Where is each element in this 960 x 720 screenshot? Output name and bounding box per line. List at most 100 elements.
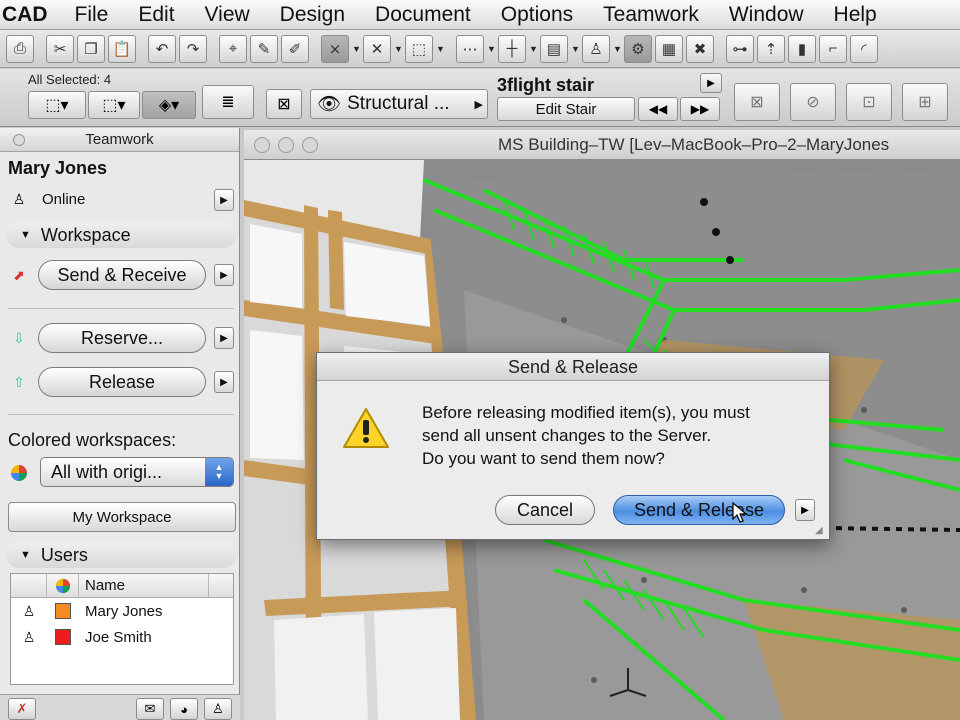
colored-workspaces-label: Colored workspaces: bbox=[8, 430, 177, 450]
message-icon[interactable]: ✉ bbox=[136, 698, 164, 720]
menu-design[interactable]: Design bbox=[265, 3, 360, 27]
palette-title: Teamwork bbox=[85, 131, 154, 148]
app-menu[interactable]: CAD bbox=[0, 3, 60, 27]
marquee-icon[interactable]: ⋯ bbox=[456, 34, 484, 63]
layers-icon[interactable]: ┼ bbox=[498, 34, 526, 63]
paste-icon[interactable]: 📋 bbox=[108, 34, 136, 63]
stack-icon[interactable]: ≣ bbox=[202, 85, 254, 119]
elevation-icon[interactable]: ⇡ bbox=[757, 34, 785, 63]
crosshair-icon[interactable]: ⊠ bbox=[266, 89, 302, 119]
release-menu-button[interactable]: ▶ bbox=[214, 371, 234, 393]
name-column-header[interactable]: Name bbox=[79, 574, 209, 597]
remove-user-icon[interactable]: ✗ bbox=[8, 698, 36, 720]
syringe-icon[interactable]: ✐ bbox=[281, 34, 309, 63]
color-wheel-icon bbox=[47, 574, 79, 597]
users-section[interactable]: ▼ Users bbox=[6, 542, 236, 568]
menu-edit[interactable]: Edit bbox=[123, 3, 189, 27]
print-icon[interactable]: ⎙ bbox=[6, 34, 34, 63]
window-zoom-button[interactable] bbox=[302, 137, 318, 153]
send-release-button[interactable]: Send & Release bbox=[613, 495, 785, 525]
pointer-mode-icon[interactable]: ◈▾ bbox=[142, 91, 196, 119]
close-icon[interactable] bbox=[13, 134, 25, 146]
edit-stair-button[interactable]: Edit Stair bbox=[497, 97, 635, 121]
rotate-icon[interactable]: ⊠ bbox=[734, 83, 780, 121]
window-minimize-button[interactable] bbox=[278, 137, 294, 153]
chevron-down-icon[interactable]: ▼ bbox=[394, 44, 403, 54]
menu-file[interactable]: File bbox=[60, 3, 124, 27]
previous-icon[interactable]: ◀◀ bbox=[638, 97, 678, 121]
disclosure-down-icon: ▼ bbox=[20, 549, 31, 561]
chevron-right-icon[interactable]: ▶ bbox=[795, 499, 815, 521]
workspace-section[interactable]: ▼ Workspace bbox=[6, 222, 236, 248]
trace-icon[interactable]: ⚙ bbox=[624, 34, 652, 63]
disclosure-down-icon: ▼ bbox=[20, 229, 31, 241]
chevron-down-icon[interactable]: ▼ bbox=[529, 44, 538, 54]
chevron-right-icon[interactable]: ▶ bbox=[700, 73, 722, 93]
cancel-button[interactable]: Cancel bbox=[495, 495, 595, 525]
figure-icon[interactable]: ♙ bbox=[582, 34, 610, 63]
menu-teamwork[interactable]: Teamwork bbox=[588, 3, 714, 27]
send-receive-button[interactable]: Send & Receive bbox=[38, 260, 206, 290]
window-close-button[interactable] bbox=[254, 137, 270, 153]
table-row[interactable]: ♙ Mary Jones bbox=[11, 598, 233, 624]
menu-view[interactable]: View bbox=[190, 3, 265, 27]
resize-grip-icon[interactable]: ◢ bbox=[815, 525, 827, 537]
chevron-down-icon[interactable]: ▼ bbox=[613, 44, 622, 54]
hatch-icon[interactable]: ▤ bbox=[540, 34, 568, 63]
menu-bar: CAD File Edit View Design Document Optio… bbox=[0, 0, 960, 30]
color-wheel-icon[interactable]: ◕ bbox=[170, 698, 198, 720]
node-icon[interactable]: ⊶ bbox=[726, 34, 754, 63]
release-icon: ⇧ bbox=[13, 373, 25, 390]
menu-document[interactable]: Document bbox=[360, 3, 486, 27]
gravity-icon[interactable]: ⨯ bbox=[321, 34, 349, 63]
mirror-icon[interactable]: ⊘ bbox=[790, 83, 836, 121]
release-button[interactable]: Release bbox=[38, 367, 206, 397]
chevron-right-icon: ▶ bbox=[474, 98, 483, 111]
wall-corner-icon[interactable]: ⌐ bbox=[819, 34, 847, 63]
element-title: 3flight stair bbox=[497, 75, 595, 95]
elevate-icon[interactable]: ⊡ bbox=[846, 83, 892, 121]
table-row[interactable]: ♙ Joe Smith bbox=[11, 624, 233, 650]
reserve-menu-button[interactable]: ▶ bbox=[214, 327, 234, 349]
resize-icon[interactable]: ⊞ bbox=[902, 83, 948, 121]
snap-guide-icon[interactable]: ✕ bbox=[363, 34, 391, 63]
reserve-icon: ⇩ bbox=[13, 329, 25, 346]
standard-toolbar: ⎙ ✂ ❐ 📋 ↶ ↷ ⌖ ✎ ✐ ⨯ ▼ ✕ ▼ ⬚ ▼ ⋯ ▼ ┼ ▼ ▤ … bbox=[0, 30, 960, 68]
users-icon[interactable]: ♙ bbox=[204, 698, 232, 720]
colored-workspaces-select[interactable]: All with origi... ▲ ▼ bbox=[40, 457, 234, 487]
palette-title-bar: Teamwork bbox=[0, 128, 239, 152]
send-receive-menu-button[interactable]: ▶ bbox=[214, 264, 234, 286]
reserve-button[interactable]: Reserve... bbox=[38, 323, 206, 353]
arc-icon[interactable]: ◜ bbox=[850, 34, 878, 63]
redo-icon[interactable]: ↷ bbox=[179, 34, 207, 63]
chevron-down-icon[interactable]: ▼ bbox=[571, 44, 580, 54]
menu-help[interactable]: Help bbox=[819, 3, 892, 27]
calculator-icon[interactable]: ▦ bbox=[655, 34, 683, 63]
chevron-down-icon[interactable]: ▼ bbox=[352, 44, 361, 54]
my-workspace-button[interactable]: My Workspace bbox=[8, 502, 236, 532]
magic-wand-icon[interactable]: ⌖ bbox=[219, 34, 247, 63]
dialog-message-line: send all unsent changes to the Server. bbox=[422, 426, 712, 445]
current-user: Mary Jones bbox=[8, 158, 108, 178]
chevron-down-icon[interactable]: ▼ bbox=[487, 44, 496, 54]
marquee-mode-icon[interactable]: ⬚▾ bbox=[88, 91, 140, 119]
updown-icon: ▲ ▼ bbox=[205, 458, 233, 486]
selection-icon[interactable]: ⬚ bbox=[405, 34, 433, 63]
chevron-down-icon[interactable]: ▼ bbox=[436, 44, 445, 54]
online-status: Online bbox=[42, 191, 86, 208]
cut-icon[interactable]: ✂ bbox=[46, 34, 74, 63]
document-title-bar: MS Building–TW [Lev–MacBook–Pro–2–MaryJo… bbox=[244, 130, 960, 160]
close-x-icon[interactable]: ✖ bbox=[686, 34, 714, 63]
column-icon[interactable]: ▮ bbox=[788, 34, 816, 63]
menu-options[interactable]: Options bbox=[486, 3, 588, 27]
status-menu-button[interactable]: ▶ bbox=[214, 189, 234, 211]
menu-window[interactable]: Window bbox=[714, 3, 819, 27]
undo-icon[interactable]: ↶ bbox=[148, 34, 176, 63]
copy-icon[interactable]: ❐ bbox=[77, 34, 105, 63]
next-icon[interactable]: ▶▶ bbox=[680, 97, 720, 121]
info-box: All Selected: 4 ⬚▾ ⬚▾ ◈▾ ≣ ⊠ 👁 Structura… bbox=[0, 69, 960, 127]
selection-mode-icon[interactable]: ⬚▾ bbox=[28, 91, 86, 119]
eyedropper-icon[interactable]: ✎ bbox=[250, 34, 278, 63]
user-icon: ♙ bbox=[12, 190, 26, 207]
layer-select[interactable]: 👁 Structural ... ▶ bbox=[310, 89, 488, 119]
